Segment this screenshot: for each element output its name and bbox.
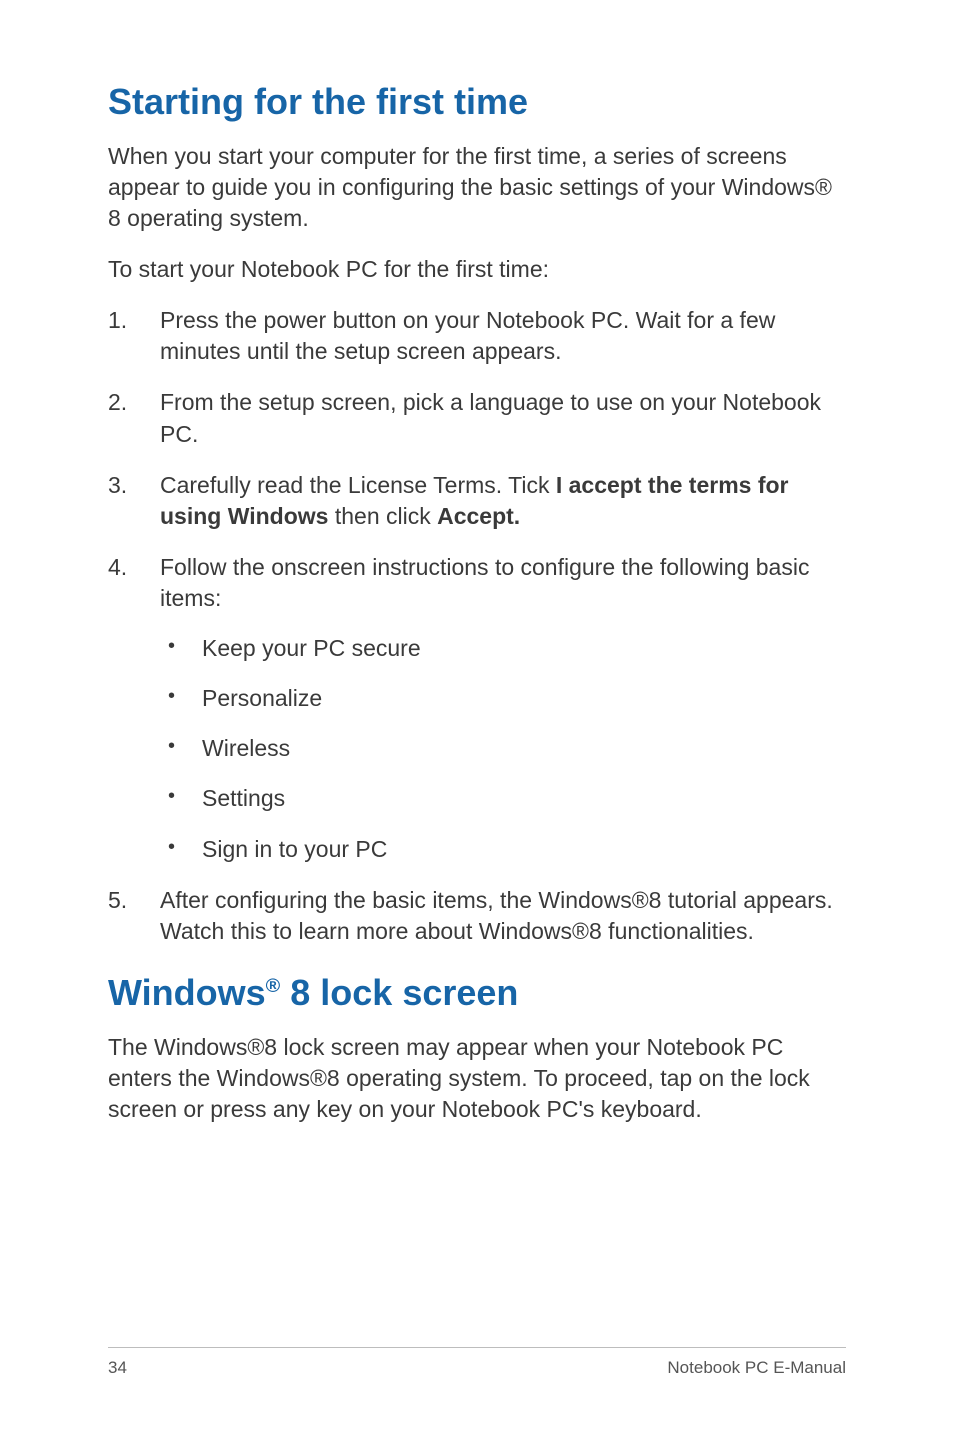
step-1: Press the power button on your Notebook …	[108, 305, 846, 367]
bullet-settings: Settings	[160, 782, 846, 814]
step-4: Follow the onscreen instructions to conf…	[108, 552, 846, 865]
heading-starting: Starting for the first time	[108, 80, 846, 123]
heading-lock-pre: Windows	[108, 972, 266, 1013]
bullet-wireless: Wireless	[160, 732, 846, 764]
step-3-bold-2: Accept.	[437, 503, 520, 529]
intro-paragraph-2: To start your Notebook PC for the first …	[108, 254, 846, 285]
bullet-signin: Sign in to your PC	[160, 833, 846, 865]
step-5: After configuring the basic items, the W…	[108, 885, 846, 947]
step-3: Carefully read the License Terms. Tick I…	[108, 470, 846, 532]
step-2: From the setup screen, pick a language t…	[108, 387, 846, 449]
lock-screen-paragraph: The Windows®8 lock screen may appear whe…	[108, 1032, 846, 1125]
step-3-mid: then click	[328, 503, 437, 529]
heading-lock-screen: Windows® 8 lock screen	[108, 971, 846, 1014]
step-3-prefix: Carefully read the License Terms. Tick	[160, 472, 556, 498]
footer-title: Notebook PC E-Manual	[667, 1358, 846, 1378]
heading-lock-sup: ®	[266, 975, 281, 997]
steps-list: Press the power button on your Notebook …	[108, 305, 846, 946]
step-4-text: Follow the onscreen instructions to conf…	[160, 554, 809, 611]
step-4-bullets: Keep your PC secure Personalize Wireless…	[160, 632, 846, 865]
page-number: 34	[108, 1358, 127, 1378]
page: Starting for the first time When you sta…	[0, 0, 954, 1438]
heading-lock-post: 8 lock screen	[280, 972, 518, 1013]
intro-paragraph-1: When you start your computer for the fir…	[108, 141, 846, 234]
bullet-personalize: Personalize	[160, 682, 846, 714]
page-footer: 34 Notebook PC E-Manual	[108, 1347, 846, 1378]
bullet-keep-secure: Keep your PC secure	[160, 632, 846, 664]
